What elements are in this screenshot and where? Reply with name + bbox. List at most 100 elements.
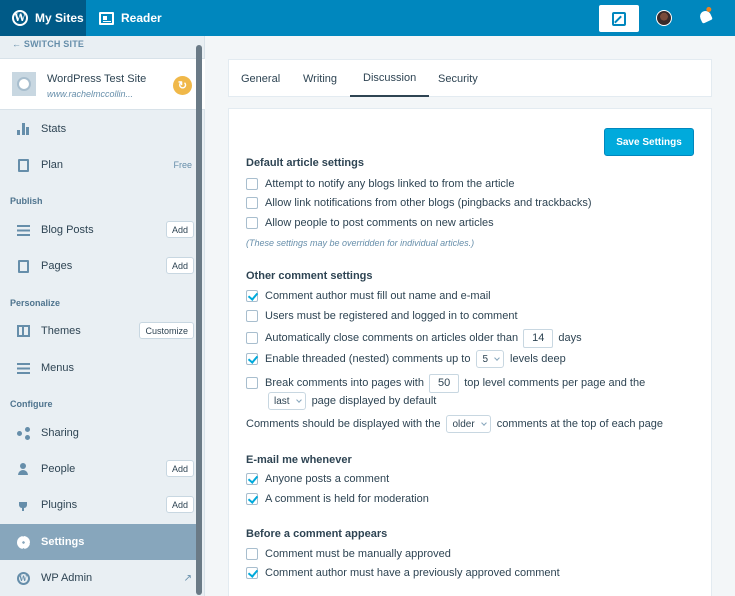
- option-label: Comment author must fill out name and e-…: [265, 290, 491, 302]
- add-page-button[interactable]: Add: [165, 257, 194, 274]
- sidebar-item-label: WP Admin: [41, 572, 93, 584]
- pages-icon: [16, 259, 30, 273]
- site-title: WordPress Test Site: [47, 73, 147, 85]
- comment-order-row: Comments should be displayed with the ol…: [246, 415, 664, 433]
- checkbox[interactable]: [246, 290, 258, 302]
- section-title-default-article: Default article settings: [246, 157, 364, 169]
- checkbox[interactable]: [246, 217, 258, 229]
- reader-button[interactable]: Reader: [98, 0, 162, 36]
- sidebar-item-settings[interactable]: Settings: [0, 524, 197, 560]
- comments-per-page-input[interactable]: 50: [428, 373, 460, 393]
- select-value: 5: [482, 353, 489, 365]
- checkbox[interactable]: [246, 353, 258, 365]
- current-site-card[interactable]: WordPress Test Site www.rachelmccollin..…: [0, 58, 205, 110]
- reader-label: Reader: [121, 11, 162, 25]
- sidebar-item-label: Menus: [41, 362, 75, 374]
- option-label: Break comments into pages with: [265, 377, 424, 389]
- option-anyone-posts[interactable]: Anyone posts a comment: [246, 471, 389, 487]
- sidebar-item-menus[interactable]: Menus: [0, 350, 197, 386]
- sidebar-item-label: Themes: [41, 325, 81, 337]
- checkbox[interactable]: [246, 310, 258, 322]
- option-label: Comments should be displayed with the: [246, 418, 441, 430]
- select-value: older: [452, 418, 475, 430]
- option-notify-blogs[interactable]: Attempt to notify any blogs linked to fr…: [246, 176, 514, 192]
- save-settings-button[interactable]: Save Settings: [604, 128, 694, 156]
- option-auto-close[interactable]: Automatically close comments on articles…: [246, 328, 582, 348]
- thread-depth-select[interactable]: 5: [476, 350, 505, 368]
- sidebar-item-label: Pages: [41, 260, 73, 272]
- write-post-button[interactable]: [599, 5, 639, 32]
- sidebar-item-label: Plan: [41, 159, 64, 171]
- option-name-email[interactable]: Comment author must fill out name and e-…: [246, 288, 491, 304]
- chevron-down-icon: [295, 396, 302, 403]
- option-registered[interactable]: Users must be registered and logged in t…: [246, 308, 518, 324]
- sidebar-item-plan[interactable]: Plan Free: [0, 147, 197, 183]
- tab-discussion[interactable]: Discussion: [350, 60, 430, 97]
- option-allow-comments[interactable]: Allow people to post comments on new art…: [246, 215, 494, 231]
- sidebar-item-plugins[interactable]: Plugins Add: [0, 487, 197, 523]
- sidebar-item-stats[interactable]: Stats: [0, 111, 197, 147]
- option-label: Allow people to post comments on new art…: [265, 217, 494, 229]
- option-label: Anyone posts a comment: [265, 473, 390, 485]
- default-page-select[interactable]: last: [268, 392, 306, 410]
- sidebar-item-wp-admin[interactable]: W WP Admin ↗: [0, 560, 197, 596]
- option-threaded[interactable]: Enable threaded (nested) comments up to …: [246, 350, 566, 368]
- comment-order-select[interactable]: older: [446, 415, 491, 433]
- chevron-down-icon: [494, 354, 500, 361]
- section-heading-publish: Publish: [10, 196, 43, 206]
- checkbox[interactable]: [246, 548, 258, 560]
- checkbox[interactable]: [246, 377, 258, 389]
- close-days-input[interactable]: 14: [523, 328, 554, 348]
- checkbox[interactable]: [246, 197, 258, 209]
- add-plugin-button[interactable]: Add: [165, 496, 194, 513]
- option-break-pages[interactable]: Break comments into pages with 50 top le…: [246, 373, 646, 393]
- tab-security[interactable]: Security: [438, 60, 478, 97]
- checkbox[interactable]: [246, 473, 258, 485]
- select-value: last: [274, 395, 290, 407]
- tab-general[interactable]: General: [241, 60, 280, 97]
- person-icon: [16, 462, 30, 476]
- sidebar-scrollbar[interactable]: [196, 45, 202, 595]
- override-note: (These settings may be overridden for in…: [246, 238, 475, 248]
- option-manual-approval[interactable]: Comment must be manually approved: [246, 546, 451, 562]
- checkbox[interactable]: [246, 332, 258, 344]
- customize-button[interactable]: Customize: [139, 322, 194, 339]
- add-post-button[interactable]: Add: [165, 221, 194, 238]
- sidebar-item-label: Plugins: [41, 499, 78, 511]
- sidebar-item-themes[interactable]: Themes Customize: [0, 313, 197, 349]
- add-people-button[interactable]: Add: [165, 460, 194, 477]
- section-heading-configure: Configure: [10, 399, 53, 409]
- checkbox[interactable]: [246, 493, 258, 505]
- option-label-suffix: days: [558, 332, 582, 344]
- discussion-settings-card: Save Settings Default article settings A…: [228, 108, 712, 596]
- option-held-moderation[interactable]: A comment is held for moderation: [246, 491, 429, 507]
- sidebar-item-label: Stats: [41, 123, 67, 135]
- sidebar-item-pages[interactable]: Pages Add: [0, 248, 197, 284]
- stats-icon: [16, 122, 30, 136]
- checkbox[interactable]: [246, 567, 258, 579]
- page-default-row: last page displayed by default: [262, 392, 436, 410]
- option-label-suffix: comments at the top of each page: [496, 418, 664, 430]
- plugin-icon: [16, 498, 30, 512]
- sidebar-item-sharing[interactable]: Sharing: [0, 415, 197, 451]
- sync-icon[interactable]: ↻: [173, 76, 192, 95]
- my-sites-button[interactable]: W My Sites: [0, 0, 86, 36]
- section-title-before-comment: Before a comment appears: [246, 528, 388, 540]
- bell-icon: [698, 9, 713, 24]
- section-title-other-comment: Other comment settings: [246, 270, 373, 282]
- switch-site-link[interactable]: ← SWITCH SITE: [12, 39, 84, 49]
- plan-badge: Free: [173, 160, 192, 170]
- sidebar-item-label: People: [41, 463, 76, 475]
- sidebar-item-blog-posts[interactable]: Blog Posts Add: [0, 212, 197, 248]
- menus-icon: [16, 361, 30, 375]
- tab-writing[interactable]: Writing: [303, 60, 337, 97]
- sidebar-item-people[interactable]: People Add: [0, 451, 197, 487]
- checkbox[interactable]: [246, 178, 258, 190]
- notifications-button[interactable]: [698, 9, 713, 24]
- site-url: www.rachelmccollin...: [47, 89, 134, 99]
- option-link-notifications[interactable]: Allow link notifications from other blog…: [246, 195, 591, 211]
- user-avatar[interactable]: [656, 10, 672, 26]
- section-title-email: E-mail me whenever: [246, 454, 352, 466]
- option-previously-approved[interactable]: Comment author must have a previously ap…: [246, 565, 560, 581]
- option-label-suffix: top level comments per page and the: [464, 377, 646, 389]
